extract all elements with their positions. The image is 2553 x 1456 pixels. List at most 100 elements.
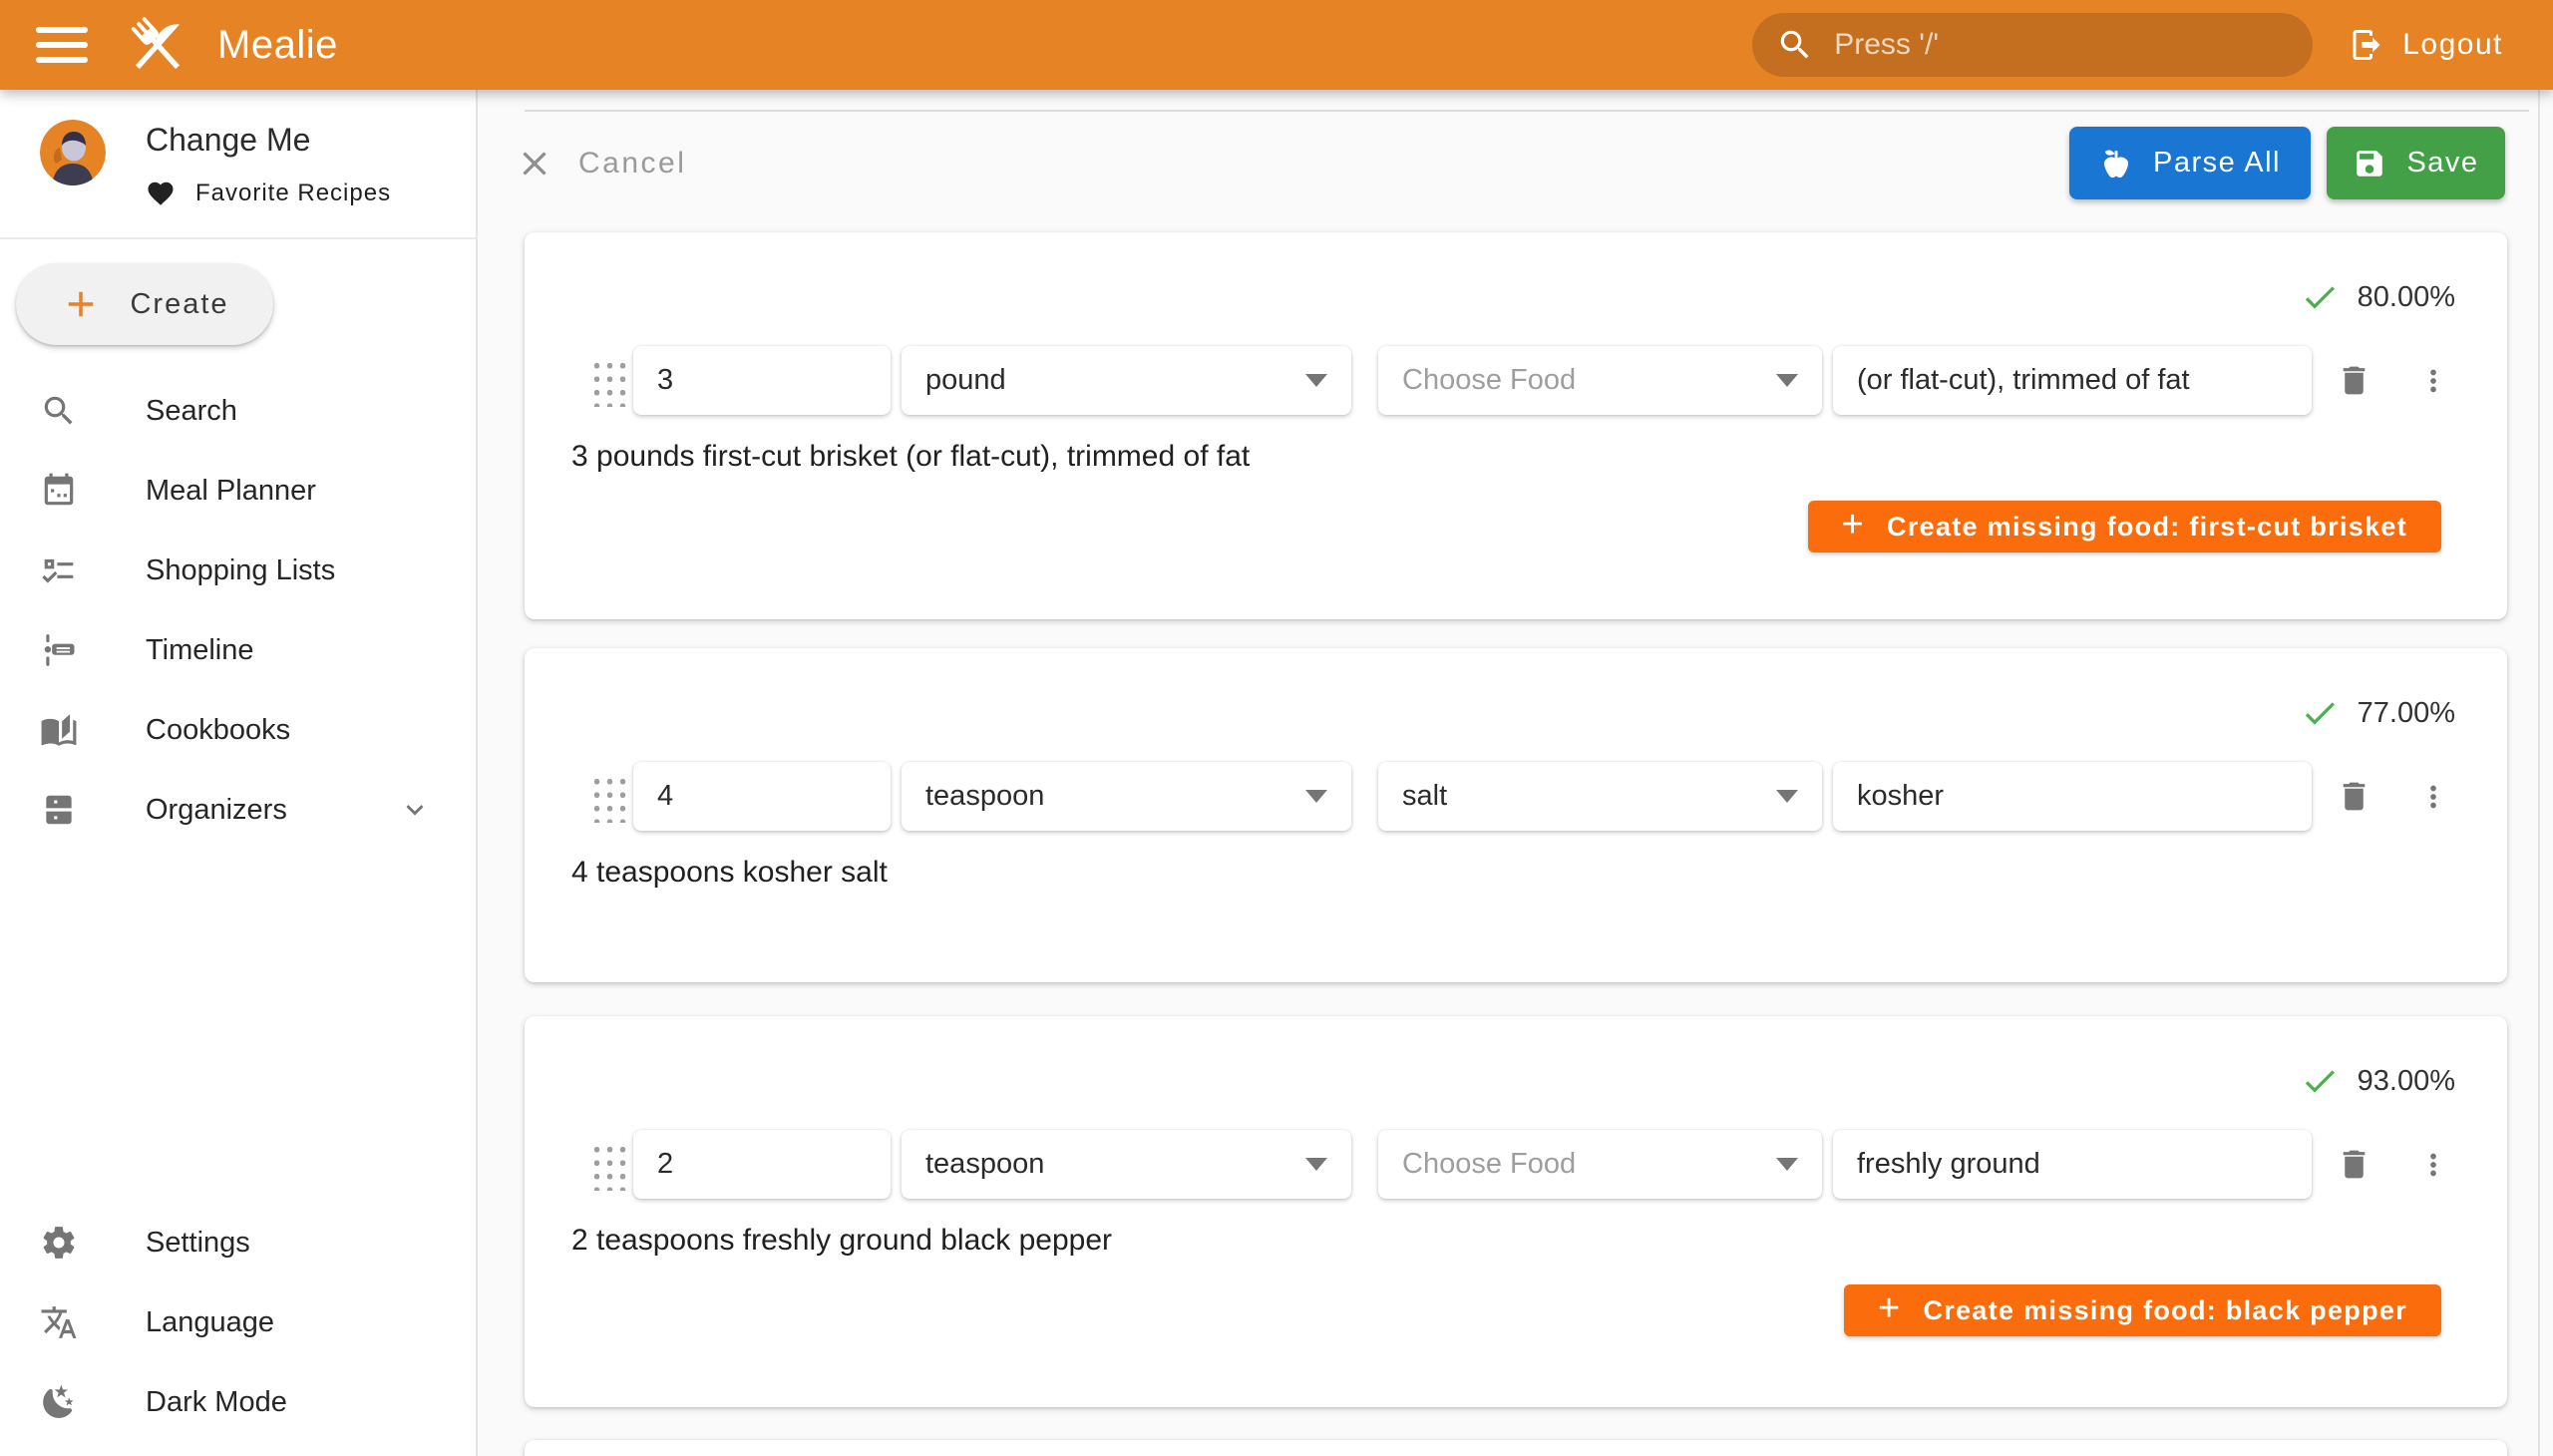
quantity-input[interactable]	[657, 364, 867, 397]
sidebar-nav: Search Meal Planner Shopping Lists	[0, 371, 476, 850]
create-missing-food-button[interactable]: + Create missing food: first-cut brisket	[1808, 501, 2441, 552]
quantity-field[interactable]	[633, 762, 891, 831]
ingredient-card: 93.00% teaspoon Choose Food	[525, 1016, 2507, 1407]
confidence-value: 93.00%	[2358, 1065, 2455, 1098]
confidence-row: 80.00%	[525, 232, 2507, 317]
confidence-value: 80.00%	[2358, 281, 2455, 314]
user-name: Change Me	[146, 122, 391, 159]
parse-all-button[interactable]: Parse All	[2069, 127, 2311, 199]
save-button[interactable]: Save	[2327, 127, 2505, 199]
mealie-logo-icon[interactable]	[122, 9, 193, 81]
sidebar-item-label: Dark Mode	[146, 1386, 287, 1419]
trash-icon[interactable]	[2336, 778, 2372, 815]
quantity-input[interactable]	[657, 780, 867, 813]
ingredient-input-row: pound Choose Food	[525, 346, 2507, 415]
confidence-row: 77.00%	[525, 648, 2507, 733]
app-bar: Mealie Logout	[0, 0, 2553, 90]
search-input[interactable]	[1834, 28, 2289, 62]
sidebar-item-cookbooks[interactable]: Cookbooks	[0, 690, 476, 770]
sidebar-spacer	[0, 850, 476, 1183]
user-section[interactable]: Change Me Favorite Recipes	[0, 90, 476, 239]
favorite-recipes-link[interactable]: Favorite Recipes	[146, 179, 391, 208]
menu-icon[interactable]	[36, 27, 88, 63]
unit-select[interactable]: teaspoon	[902, 762, 1351, 831]
drag-handle-icon[interactable]	[588, 1139, 627, 1191]
apple-icon	[2099, 147, 2133, 181]
dropdown-arrow-icon	[1305, 790, 1327, 803]
logout-button[interactable]: Logout	[2349, 27, 2503, 63]
food-placeholder: Choose Food	[1402, 1148, 1576, 1181]
drag-handle-icon[interactable]	[588, 771, 627, 823]
quantity-input[interactable]	[657, 1148, 867, 1181]
drag-handle-icon[interactable]	[588, 355, 627, 407]
trash-icon[interactable]	[2336, 362, 2372, 399]
sidebar-item-settings[interactable]: Settings	[0, 1203, 476, 1282]
book-open-icon	[40, 711, 78, 749]
food-select[interactable]: Choose Food	[1378, 346, 1822, 415]
favorite-recipes-label: Favorite Recipes	[195, 180, 391, 207]
sidebar-item-label: Timeline	[146, 634, 254, 667]
sidebar-item-label: Search	[146, 395, 237, 428]
gear-icon	[40, 1224, 78, 1262]
note-field[interactable]	[1833, 346, 2312, 415]
scrollbar-track[interactable]	[2538, 90, 2540, 1456]
ingredient-card: 77.00% teaspoon salt	[525, 648, 2507, 982]
save-label: Save	[2406, 147, 2478, 180]
sidebar-item-label: Shopping Lists	[146, 554, 335, 587]
note-input[interactable]	[1857, 364, 2288, 397]
unit-value: pound	[925, 364, 1006, 397]
ingredient-input-row: teaspoon Choose Food	[525, 1130, 2507, 1199]
note-field[interactable]	[1833, 1130, 2312, 1199]
create-missing-food-label: Create missing food: first-cut brisket	[1887, 512, 2407, 543]
kebab-menu-icon[interactable]	[2416, 1148, 2450, 1182]
kebab-menu-icon[interactable]	[2416, 780, 2450, 814]
sidebar-footer-nav: Settings Language Dark Mode	[0, 1203, 476, 1456]
sidebar-item-timeline[interactable]: Timeline	[0, 610, 476, 690]
kebab-menu-icon[interactable]	[2416, 364, 2450, 398]
check-icon	[2300, 693, 2340, 733]
confidence-value: 77.00%	[2358, 697, 2455, 730]
quantity-field[interactable]	[633, 1130, 891, 1199]
unit-select[interactable]: pound	[902, 346, 1351, 415]
dropdown-arrow-icon	[1776, 790, 1798, 803]
close-icon	[515, 144, 554, 183]
food-select[interactable]: salt	[1378, 762, 1822, 831]
sidebar-item-dark-mode[interactable]: Dark Mode	[0, 1362, 476, 1442]
ingredient-card-partial	[525, 1440, 2507, 1456]
sidebar-item-shopping-lists[interactable]: Shopping Lists	[0, 531, 476, 610]
create-button[interactable]: Create	[16, 263, 273, 345]
sidebar-item-organizers[interactable]: Organizers	[0, 770, 476, 850]
note-input[interactable]	[1857, 1148, 2288, 1181]
sidebar-item-label: Language	[146, 1306, 274, 1339]
dropdown-arrow-icon	[1776, 1158, 1798, 1171]
ingredient-card: 80.00% pound Choose Food	[525, 232, 2507, 619]
sidebar-item-search[interactable]: Search	[0, 371, 476, 451]
food-select[interactable]: Choose Food	[1378, 1130, 1822, 1199]
global-search[interactable]	[1752, 13, 2313, 77]
sidebar-item-label: Settings	[146, 1227, 250, 1260]
original-ingredient-text: 3 pounds first-cut brisket (or flat-cut)…	[525, 440, 2507, 474]
trash-icon[interactable]	[2336, 1146, 2372, 1183]
quantity-field[interactable]	[633, 346, 891, 415]
create-missing-food-button[interactable]: + Create missing food: black pepper	[1844, 1284, 2441, 1336]
plus-icon: +	[1878, 1289, 1902, 1327]
dropdown-arrow-icon	[1305, 374, 1327, 387]
sidebar-item-meal-planner[interactable]: Meal Planner	[0, 451, 476, 531]
sidebar-item-label: Cookbooks	[146, 714, 290, 747]
sidebar-item-label: Organizers	[146, 794, 287, 827]
calendar-icon	[40, 472, 78, 510]
note-input[interactable]	[1857, 780, 2288, 813]
create-missing-food-label: Create missing food: black pepper	[1924, 1295, 2408, 1326]
timeline-icon	[40, 631, 78, 669]
chevron-down-icon[interactable]	[398, 793, 432, 827]
plus-icon: +	[1842, 506, 1866, 544]
check-icon	[2300, 1061, 2340, 1101]
original-ingredient-text: 4 teaspoons kosher salt	[525, 856, 2507, 890]
sidebar-item-language[interactable]: Language	[0, 1282, 476, 1362]
unit-select[interactable]: teaspoon	[902, 1130, 1351, 1199]
avatar[interactable]	[40, 120, 106, 185]
note-field[interactable]	[1833, 762, 2312, 831]
food-value: salt	[1402, 780, 1447, 813]
cancel-button[interactable]: Cancel	[515, 144, 686, 183]
plus-icon	[60, 283, 102, 325]
